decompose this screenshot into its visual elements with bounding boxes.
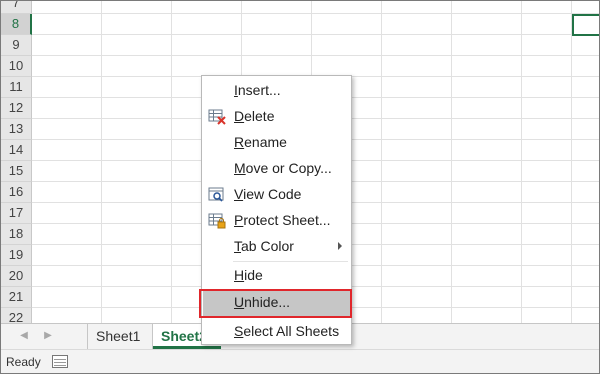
menu-item-select-all-sheets[interactable]: Select All Sheets [203, 319, 350, 345]
menu-item-hide[interactable]: Hide [203, 263, 350, 289]
row-header[interactable]: 13 [1, 119, 32, 140]
menu-item-move-or-copy-label: Move or Copy... [234, 160, 332, 176]
menu-item-unhide[interactable]: Unhide... [203, 290, 350, 316]
active-cell[interactable] [572, 14, 599, 36]
menu-item-delete[interactable]: Delete [203, 104, 350, 130]
row-header[interactable]: 8 [1, 14, 32, 35]
gridline [521, 1, 522, 323]
menu-separator [233, 317, 348, 318]
scroll-right-arrow-icon[interactable]: ▶ [41, 330, 55, 341]
gridline [571, 1, 572, 323]
row-header[interactable]: 12 [1, 98, 32, 119]
gridline [32, 34, 599, 35]
menu-item-view-code-label: View Code [234, 186, 302, 202]
menu-item-hide-label: Hide [234, 267, 263, 283]
row-header[interactable]: 19 [1, 245, 32, 266]
scroll-left-arrow-icon[interactable]: ◀ [17, 330, 31, 341]
menu-item-tab-color[interactable]: Tab Color [203, 234, 350, 260]
menu-item-protect-sheet[interactable]: Protect Sheet... [203, 208, 350, 234]
menu-item-select-all-sheets-label: Select All Sheets [234, 323, 340, 339]
tab-sheet1-label: Sheet1 [96, 328, 141, 344]
sheet-context-menu: Insert... Delete Rename Move or Copy... [201, 75, 352, 345]
row-header[interactable]: 10 [1, 56, 32, 77]
row-header[interactable]: 17 [1, 203, 32, 224]
status-text: Ready [6, 355, 41, 369]
menu-item-delete-label: Delete [234, 108, 275, 124]
gridline [381, 1, 382, 323]
row-header[interactable]: 11 [1, 77, 32, 98]
row-header[interactable]: 15 [1, 161, 32, 182]
status-bar: Ready [1, 349, 599, 373]
menu-item-view-code[interactable]: View Code [203, 182, 350, 208]
excel-window: 7 8 9 10 11 12 13 14 15 16 17 18 19 20 21 22 ◀ ▶ Sheet1… [0, 0, 600, 374]
gridline [451, 1, 452, 323]
menu-item-insert-label: Insert... [234, 82, 281, 98]
row-header[interactable]: 20 [1, 266, 32, 287]
row-header[interactable]: 7 [1, 1, 32, 14]
delete-sheet-icon [208, 109, 226, 125]
gridline [171, 1, 172, 323]
tab-sheet1[interactable]: Sheet1 [87, 324, 153, 349]
menu-item-unhide-label: Unhide... [234, 294, 291, 310]
chevron-right-icon [338, 242, 342, 250]
menu-separator [233, 261, 348, 262]
menu-item-tab-color-label: Tab Color [234, 238, 294, 254]
menu-item-move-or-copy[interactable]: Move or Copy... [203, 156, 350, 182]
view-code-icon [208, 187, 226, 203]
row-header[interactable]: 9 [1, 35, 32, 56]
menu-item-rename-label: Rename [234, 134, 287, 150]
row-header[interactable]: 21 [1, 287, 32, 308]
gridline [32, 55, 599, 56]
gridline [32, 13, 599, 14]
menu-item-insert[interactable]: Insert... [203, 78, 350, 104]
protect-sheet-icon [208, 213, 226, 229]
menu-item-rename[interactable]: Rename [203, 130, 350, 156]
row-header[interactable]: 18 [1, 224, 32, 245]
gridline [101, 1, 102, 323]
row-header[interactable]: 14 [1, 140, 32, 161]
menu-item-protect-sheet-label: Protect Sheet... [234, 212, 331, 228]
row-header[interactable]: 22 [1, 308, 32, 323]
row-header[interactable]: 16 [1, 182, 32, 203]
macro-record-icon[interactable] [52, 355, 68, 368]
